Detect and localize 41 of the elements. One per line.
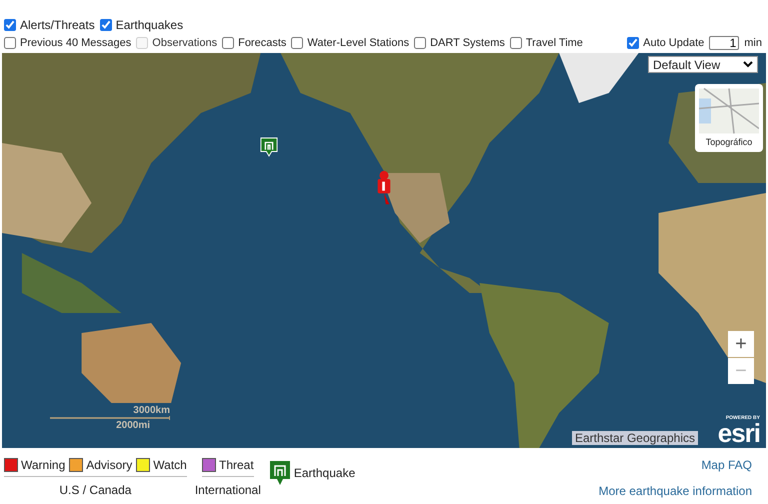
filter-checkbox[interactable] <box>222 37 234 49</box>
earthquake-marker-icon[interactable] <box>260 137 278 157</box>
scale-label: 3000km <box>133 405 170 416</box>
filter-checkbox[interactable] <box>510 37 522 49</box>
scale-label: 2000mi <box>116 420 150 431</box>
filter-checkbox[interactable] <box>100 19 112 31</box>
chevron-icon <box>743 61 753 68</box>
filter-label: Travel Time <box>526 37 583 49</box>
esri-logo: esri <box>718 421 760 445</box>
map-thumbnail-icon <box>699 87 759 135</box>
scale-bar-icon <box>50 416 170 420</box>
filter-label: Previous 40 Messages <box>20 37 132 49</box>
filter-checkbox[interactable] <box>4 37 16 49</box>
unit-label: min <box>744 37 762 49</box>
filter-label: Earthquakes <box>116 18 184 32</box>
filter-label: Forecasts <box>238 37 286 49</box>
filter-label: Water-Level Stations <box>307 37 410 49</box>
filter-checkbox[interactable] <box>291 37 304 49</box>
filter-checkbox[interactable] <box>4 19 16 31</box>
zoom-in-button[interactable]: + <box>728 331 754 357</box>
earthquake-legend-icon <box>268 460 291 486</box>
legend-label: Threat <box>219 458 254 472</box>
legend-caption: International <box>194 482 261 497</box>
filter-label: DART Systems <box>430 37 505 49</box>
view-dropdown[interactable]: Default View <box>648 56 758 73</box>
filter-label: Observations <box>152 37 218 49</box>
auto-update-label: Auto Update <box>643 37 704 49</box>
legend-label: Earthquake <box>294 466 356 480</box>
info-link[interactable]: More earthquake information <box>598 484 752 498</box>
alert-marker-icon[interactable] <box>375 169 393 207</box>
interval-field[interactable]: 1 <box>709 36 740 50</box>
legend-label: Warning <box>21 458 66 472</box>
legend-label: Advisory <box>86 458 132 472</box>
info-link[interactable]: Map FAQ <box>701 458 752 472</box>
basemap-button[interactable]: Topográfico <box>695 84 763 152</box>
legend-label: Watch <box>153 458 187 472</box>
filter-label: Alerts/Threats <box>20 18 95 32</box>
legend-caption: U.S / Canada <box>59 482 132 497</box>
auto-update-checkbox[interactable] <box>627 37 640 49</box>
attribution-label: Earthstar Geographics <box>572 431 698 445</box>
filter-checkbox[interactable] <box>414 37 426 49</box>
